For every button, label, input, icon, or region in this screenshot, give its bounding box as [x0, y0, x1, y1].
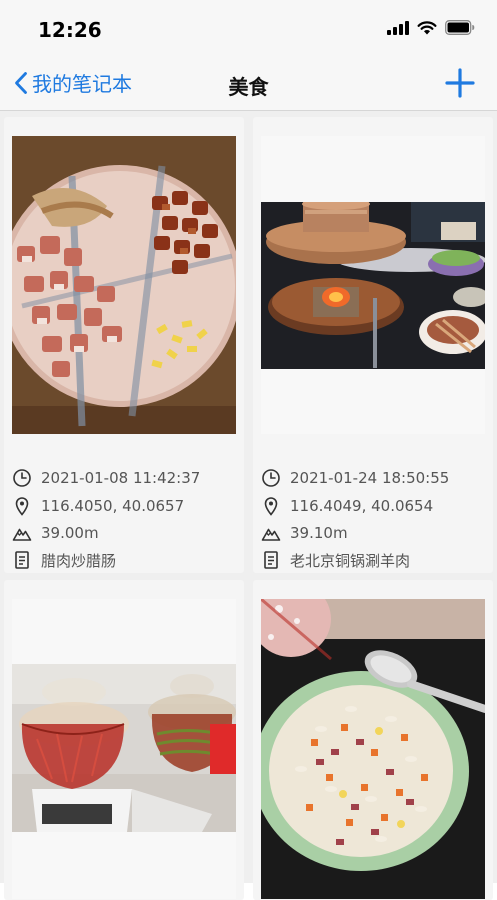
note-title: 老北京铜锅涮羊肉	[261, 549, 410, 571]
note-datetime: 2021-01-24 18:50:55	[261, 467, 449, 489]
note-datetime: 2021-01-08 11:42:37	[12, 467, 200, 489]
mountain-icon	[12, 528, 32, 541]
note-altitude: 39.10m	[261, 522, 348, 544]
note-card[interactable]: 2021-01-24 18:50:55 116.4049, 40.0654 39…	[253, 117, 493, 573]
wifi-icon	[417, 20, 437, 34]
battery-icon	[445, 20, 475, 35]
status-icons	[387, 20, 475, 35]
clock-icon	[262, 469, 280, 487]
navigation-bar: 我的笔记本 美食	[0, 58, 497, 111]
status-bar: 12:26	[0, 0, 497, 58]
clock-icon	[13, 469, 31, 487]
food-photo-hotpot	[261, 202, 485, 369]
note-card[interactable]	[4, 580, 244, 900]
note-coordinates: 116.4050, 40.0657	[12, 495, 184, 517]
note-card[interactable]	[253, 580, 493, 900]
food-photo-fried-rice	[261, 599, 485, 899]
note-title: 腊肉炒腊肠	[12, 549, 116, 571]
notes-grid: 2021-01-08 11:42:37 116.4050, 40.0657 39…	[0, 111, 497, 900]
page-title: 美食	[228, 75, 269, 99]
plus-icon[interactable]	[445, 68, 475, 98]
document-icon	[15, 551, 29, 569]
note-card[interactable]: 2021-01-08 11:42:37 116.4050, 40.0657 39…	[4, 117, 244, 573]
food-photo-pickle-jars	[12, 664, 236, 832]
cellular-signal-icon	[387, 20, 409, 35]
mountain-icon	[261, 528, 281, 541]
food-photo-cured-meat	[12, 136, 236, 434]
location-pin-icon	[264, 497, 278, 516]
note-altitude: 39.00m	[12, 522, 99, 544]
note-coordinates: 116.4049, 40.0654	[261, 495, 433, 517]
status-time: 12:26	[38, 18, 102, 42]
document-icon	[264, 551, 278, 569]
location-pin-icon	[15, 497, 29, 516]
